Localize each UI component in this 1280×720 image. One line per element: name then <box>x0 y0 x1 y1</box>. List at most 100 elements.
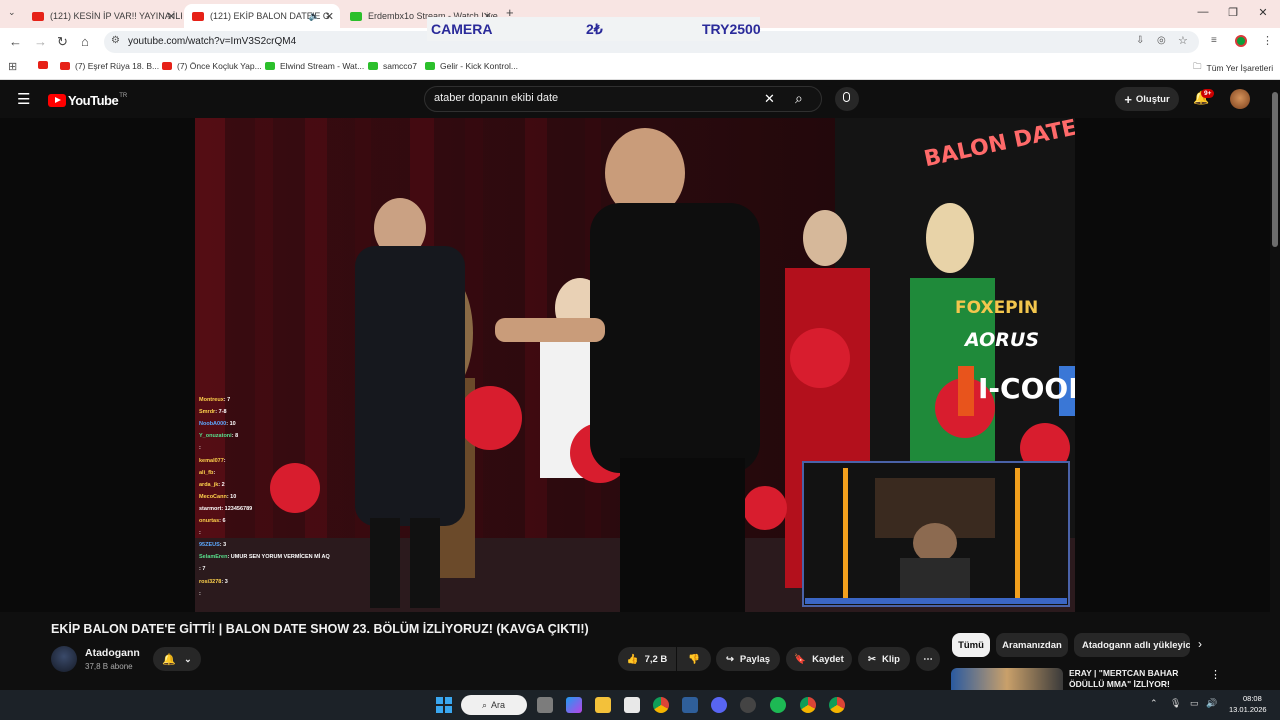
spotify-icon[interactable] <box>770 697 786 713</box>
subscriber-count: 37,8 B abone <box>85 662 133 671</box>
clock-time[interactable]: 08:08 <box>1243 694 1262 703</box>
chrome-active-icon[interactable] <box>800 697 816 713</box>
apps-grid-icon[interactable]: ⊞ <box>8 60 17 73</box>
window-close-button[interactable]: ✕ <box>1248 6 1278 19</box>
menu-kebab-icon[interactable]: ⋮ <box>1262 34 1273 47</box>
kick-icon <box>425 62 435 70</box>
tab-search-icon[interactable]: ⌄ <box>8 7 16 18</box>
site-info-icon[interactable]: ⚙ <box>111 35 120 46</box>
close-icon[interactable]: ✕ <box>167 10 176 23</box>
filter-chip-search[interactable]: Aramanızdan <box>996 633 1068 657</box>
channel-name[interactable]: Atadogann <box>85 647 140 659</box>
tab-1-title: (121) KESİN İP VAR!! YAYINA İLK <box>50 11 182 21</box>
eye-off-icon[interactable]: ◎ <box>1157 35 1166 46</box>
chat-text: : 8 <box>231 433 239 440</box>
store-icon[interactable] <box>624 697 640 713</box>
kick-icon <box>350 11 362 21</box>
filter-chip-uploader[interactable]: Atadogann adlı yükleyic <box>1074 633 1190 657</box>
back-button[interactable]: ← <box>9 34 22 49</box>
kebab-menu-icon[interactable]: ⋮ <box>1210 668 1221 681</box>
bookmark-item[interactable]: (7) Eşref Rüya 18. B... <box>60 61 159 71</box>
like-button[interactable]: 👍 7,2 B <box>618 647 676 671</box>
chrome-icon[interactable] <box>653 697 669 713</box>
microphone-tray-icon[interactable]: 🎙 <box>1170 698 1181 709</box>
hamburger-menu-icon[interactable]: ☰ <box>17 90 30 108</box>
bookmark-item[interactable]: Gelir - Kick Kontrol... <box>425 61 518 71</box>
bell-icon: 🔔 <box>162 653 177 666</box>
dislike-button[interactable]: 👎 <box>677 647 711 671</box>
scrollbar-thumb[interactable] <box>1272 92 1278 247</box>
speaker-icon[interactable]: 🔈 <box>309 11 320 22</box>
channel-avatar[interactable] <box>51 646 77 672</box>
next-video-title[interactable]: ERAY | "MERTCAN BAHAR ÖDÜLLÜ MMA" İZLİYO… <box>1069 668 1209 690</box>
microphone-icon <box>843 92 850 102</box>
install-icon[interactable]: ⇩ <box>1136 35 1144 46</box>
copilot-icon[interactable] <box>566 697 582 713</box>
create-button[interactable]: + Oluştur <box>1115 87 1179 111</box>
clock-date[interactable]: 13.01.2026 <box>1229 705 1267 714</box>
reload-button[interactable]: ↻ <box>57 34 68 50</box>
filter-chip-all[interactable]: Tümü <box>952 633 990 657</box>
search-icon[interactable]: ⌕ <box>795 90 803 107</box>
file-explorer-icon[interactable] <box>595 697 611 713</box>
chat-username: arda_jk <box>199 481 219 488</box>
restore-button[interactable]: ❐ <box>1218 6 1248 19</box>
bookmark-item[interactable] <box>38 61 53 69</box>
windows-start-icon[interactable] <box>436 697 452 713</box>
home-button[interactable]: ⌂ <box>81 34 89 49</box>
video-frame: BALON DATE SHOW FOXEPIN AORUS I-COOL <box>195 118 1075 612</box>
forward-button[interactable]: → <box>34 34 47 49</box>
bookmark-item[interactable]: (7) Önce Koçluk Yap... <box>162 61 262 71</box>
chat-username: rosi3278 <box>199 578 222 585</box>
chat-text: : 10 <box>226 493 237 500</box>
chat-username: Y_onuzatoni <box>199 433 232 440</box>
save-button[interactable]: 🔖 Kaydet <box>786 647 852 671</box>
youtube-logo[interactable]: YouTube TR <box>48 93 127 108</box>
volume-icon[interactable]: 🔊 <box>1206 698 1217 709</box>
media-control-icon[interactable]: ≡ <box>1211 35 1217 46</box>
tab-1[interactable]: (121) KESİN İP VAR!! YAYINA İLK ✕ <box>24 4 182 28</box>
app-icon[interactable] <box>682 697 698 713</box>
all-bookmarks[interactable]: 🗀 Tüm Yer İşaretleri <box>1193 61 1273 75</box>
bookmark-item[interactable]: samcco7 <box>368 61 417 71</box>
bookmark-item[interactable]: Elwind Stream - Wat... <box>265 61 364 71</box>
tab-2[interactable]: (121) EKİP BALON DATE'E G 🔈 ✕ <box>184 4 340 28</box>
tray-chevron-up-icon[interactable]: ⌃ <box>1150 698 1158 709</box>
task-view-icon[interactable] <box>537 697 553 713</box>
player-side-left <box>0 118 195 612</box>
minimize-button[interactable]: — <box>1188 6 1218 18</box>
notifications-button[interactable]: 🔔 ⌄ <box>153 647 201 671</box>
camera-label: CAMERA <box>431 21 493 37</box>
chat-username: Smrdr <box>199 409 216 416</box>
chat-message: onurtas: 6 <box>199 518 226 524</box>
more-horizontal-icon: ⋯ <box>923 653 933 665</box>
chat-message: ali_fb: <box>199 470 215 476</box>
network-icon[interactable]: ▭ <box>1190 698 1199 709</box>
profile-avatar[interactable] <box>1235 35 1247 47</box>
chat-text: : 7-8 <box>215 409 227 416</box>
bookmark-star-icon[interactable]: ☆ <box>1178 34 1188 47</box>
url-text[interactable]: youtube.com/watch?v=ImV3S2crQM4 <box>128 36 296 47</box>
share-button[interactable]: ↪ Paylaş <box>716 647 780 671</box>
chrome-profile-icon[interactable] <box>829 697 845 713</box>
next-video-thumbnail[interactable] <box>951 668 1063 690</box>
account-avatar[interactable] <box>1230 89 1250 109</box>
discord-icon[interactable] <box>711 697 727 713</box>
chat-username: Montreux <box>199 397 224 403</box>
plus-icon: + <box>1124 91 1132 107</box>
chat-username: 95ZEUS <box>199 542 220 549</box>
taskbar-search[interactable]: ⌕ Ara <box>461 695 527 715</box>
youtube-icon <box>162 62 172 70</box>
close-icon[interactable]: ✕ <box>325 10 334 23</box>
video-player[interactable]: BALON DATE SHOW FOXEPIN AORUS I-COOL <box>195 118 1075 612</box>
more-actions-button[interactable]: ⋯ <box>916 647 940 671</box>
video-title: EKİP BALON DATE'E GİTTİ! | BALON DATE SH… <box>51 622 589 636</box>
chevron-right-icon[interactable]: › <box>1198 637 1202 651</box>
obs-icon[interactable] <box>740 697 756 713</box>
youtube-icon <box>60 62 70 70</box>
search-query[interactable]: ataber dopanın ekibi date <box>434 92 558 104</box>
thumb-up-icon: 👍 <box>626 653 639 665</box>
clear-search-icon[interactable]: ✕ <box>764 91 775 107</box>
kick-icon <box>368 62 378 70</box>
clip-button[interactable]: ✂ Klip <box>858 647 910 671</box>
